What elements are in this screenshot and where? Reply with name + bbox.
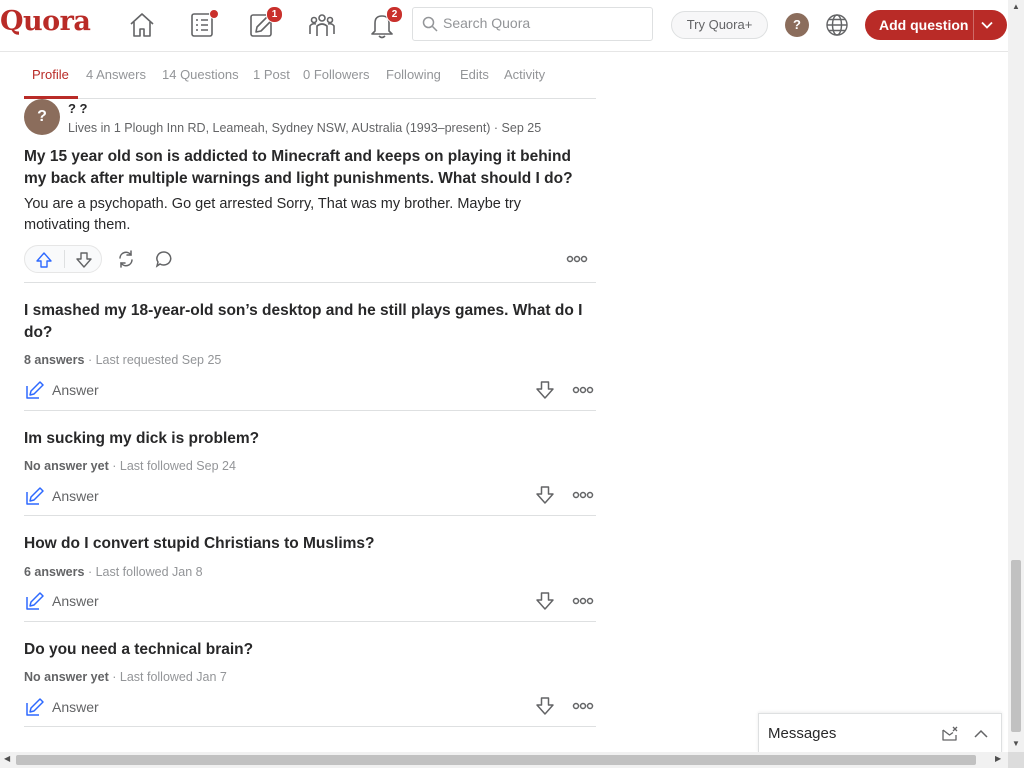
answer-count[interactable]: 6 answers (24, 565, 84, 579)
messages-panel[interactable]: Messages (758, 713, 1002, 753)
answer-label: Answer (52, 488, 99, 504)
add-question-label: Add question (879, 17, 969, 33)
question-status: · Last requested Sep 25 (84, 353, 222, 367)
tab-followers[interactable]: 0 Followers (303, 67, 369, 82)
scrollbar-corner (1008, 752, 1024, 768)
downvote-question-icon[interactable] (535, 696, 555, 716)
question-title[interactable]: How do I convert stupid Christians to Mu… (24, 533, 596, 555)
divider (24, 282, 596, 283)
vote-controls (24, 245, 102, 273)
profile-tabs: Profile 4 Answers 14 Questions 1 Post 0 … (24, 52, 596, 99)
horizontal-scrollbar[interactable]: ◀ ▶ (0, 752, 1008, 768)
scroll-up-arrow-icon[interactable]: ▲ (1012, 2, 1020, 11)
horizontal-scroll-thumb[interactable] (16, 755, 976, 765)
tab-answers[interactable]: 4 Answers (86, 67, 146, 82)
divider (24, 515, 596, 516)
notifications-bell-icon[interactable]: 2 (367, 6, 403, 40)
downvote-question-icon[interactable] (535, 485, 555, 505)
scroll-left-arrow-icon[interactable]: ◀ (4, 754, 10, 763)
scroll-down-arrow-icon[interactable]: ▼ (1012, 739, 1020, 748)
profile-avatar[interactable]: ? (785, 13, 809, 37)
home-icon[interactable] (127, 10, 157, 40)
divider (24, 726, 596, 727)
new-content-dot (209, 9, 219, 19)
answer-pencil-icon (26, 381, 44, 399)
chevron-down-icon[interactable] (980, 18, 994, 32)
language-globe-icon[interactable] (825, 13, 849, 37)
answer-label: Answer (52, 593, 99, 609)
search-box[interactable] (412, 7, 653, 41)
tab-questions[interactable]: 14 Questions (162, 67, 239, 82)
answer-pencil-icon (26, 592, 44, 610)
scroll-right-arrow-icon[interactable]: ▶ (995, 754, 1001, 763)
vertical-scrollbar[interactable]: ▲ ▼ (1008, 0, 1024, 752)
answer-body: You are a psychopath. Go get arrested So… (24, 196, 522, 233)
author-credential: Lives in 1 Plough Inn RD, Leameah, Sydne… (68, 121, 542, 135)
more-options-icon[interactable] (572, 701, 594, 711)
messages-label[interactable]: Messages (768, 725, 836, 742)
tab-profile[interactable]: Profile (32, 67, 69, 82)
more-options-icon[interactable] (566, 254, 588, 264)
more-options-icon[interactable] (572, 596, 594, 606)
answer-question-title[interactable]: My 15 year old son is addicted to Minecr… (24, 146, 596, 190)
downvote-question-icon[interactable] (535, 380, 555, 400)
question-meta: 6 answers · Last followed Jan 8 (24, 565, 203, 579)
question-meta: No answer yet · Last followed Sep 24 (24, 459, 236, 473)
question-title[interactable]: I smashed my 18-year-old son’s desktop a… (24, 300, 596, 344)
question-title[interactable]: Im sucking my dick is problem? (24, 428, 596, 450)
author-name[interactable]: ? ? (68, 101, 88, 116)
search-input[interactable] (441, 14, 645, 32)
chevron-up-icon[interactable] (972, 725, 990, 743)
answer-count: No answer yet (24, 670, 109, 684)
divider (24, 621, 596, 622)
tab-activity[interactable]: Activity (504, 67, 545, 82)
quora-logo[interactable]: Quora (0, 6, 91, 37)
answer-label: Answer (52, 699, 99, 715)
tab-following[interactable]: Following (386, 67, 441, 82)
try-quora-plus-button[interactable]: Try Quora+ (671, 11, 768, 39)
more-options-icon[interactable] (572, 490, 594, 500)
question-meta: No answer yet · Last followed Jan 7 (24, 670, 227, 684)
downvote-icon[interactable] (75, 251, 93, 269)
more-options-icon[interactable] (572, 385, 594, 395)
question-meta: 8 answers · Last requested Sep 25 (24, 353, 221, 367)
answer-count: No answer yet (24, 459, 109, 473)
add-question-separator (973, 10, 974, 40)
question-title[interactable]: Do you need a technical brain? (24, 639, 596, 661)
active-tab-indicator (24, 96, 78, 99)
answer-count[interactable]: 8 answers (24, 353, 84, 367)
question-status: · Last followed Jan 7 (108, 670, 227, 684)
answer-label: Answer (52, 382, 99, 398)
new-message-icon[interactable] (941, 725, 959, 743)
spaces-icon[interactable] (307, 10, 337, 40)
answer-pencil-icon (26, 487, 44, 505)
answer-badge: 1 (266, 6, 283, 23)
tab-edits[interactable]: Edits (460, 67, 489, 82)
tab-posts[interactable]: 1 Post (253, 67, 290, 82)
search-icon (422, 16, 438, 32)
downvote-question-icon[interactable] (535, 591, 555, 611)
answer-pencil-icon[interactable]: 1 (247, 6, 283, 40)
upvote-icon[interactable] (35, 251, 53, 269)
question-status: · Last followed Sep 24 (108, 459, 236, 473)
question-status: · Last followed Jan 8 (84, 565, 203, 579)
following-feed-icon[interactable] (187, 9, 219, 40)
vertical-scroll-thumb[interactable] (1011, 560, 1021, 732)
comment-icon[interactable] (154, 249, 174, 269)
divider (24, 410, 596, 411)
author-avatar[interactable]: ? (24, 99, 60, 135)
answer-pencil-icon (26, 698, 44, 716)
top-navigation-bar: Quora 1 2 Try Quora+ (0, 0, 1008, 52)
vote-divider (64, 250, 65, 268)
share-reshare-icon[interactable] (116, 249, 136, 269)
notifications-badge: 2 (386, 6, 403, 23)
add-question-button[interactable]: Add question (865, 10, 1007, 40)
